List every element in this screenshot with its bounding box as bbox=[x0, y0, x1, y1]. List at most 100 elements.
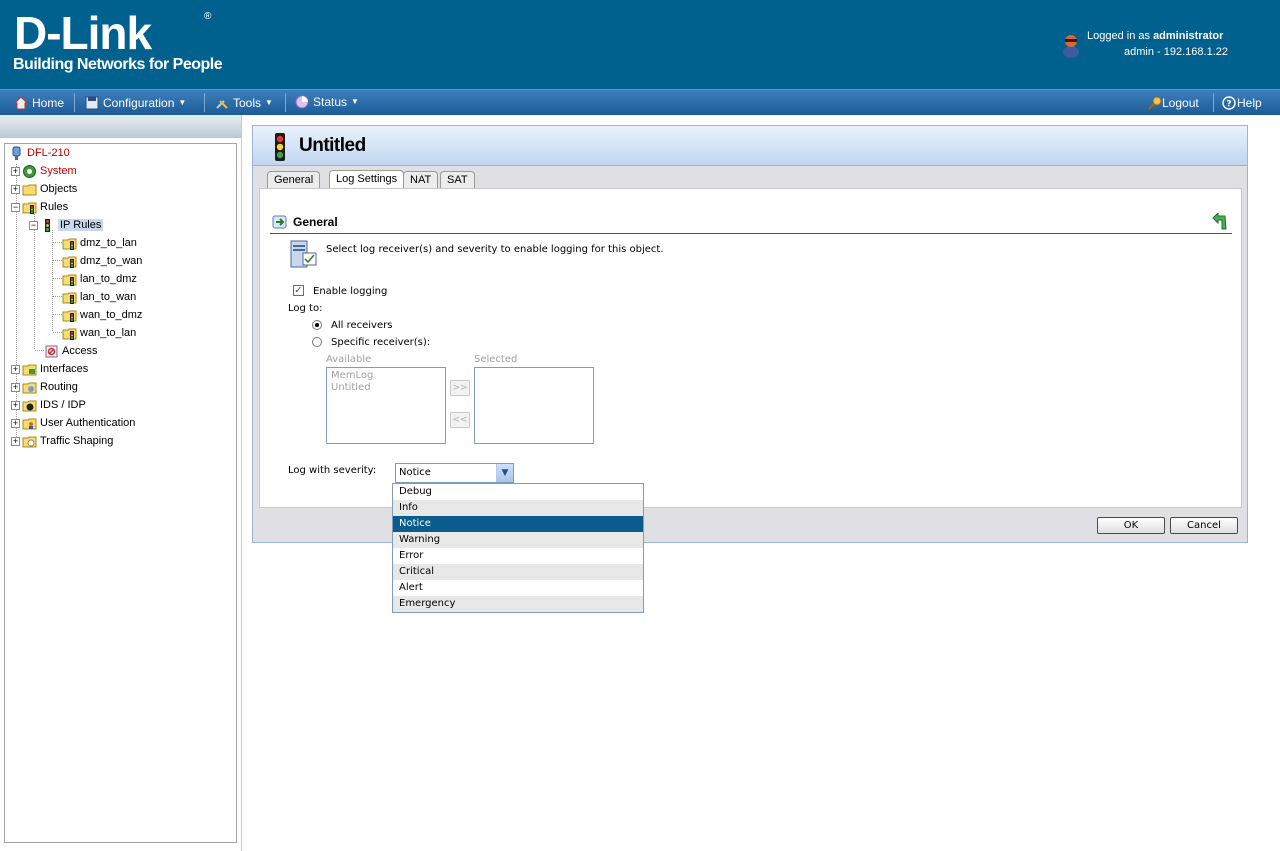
tree-item-rule[interactable]: lan_to_dmz bbox=[62, 270, 137, 288]
tree-item-rule[interactable]: wan_to_lan bbox=[62, 324, 136, 342]
tree-item-ip-rules[interactable]: − IP Rules bbox=[29, 216, 104, 234]
tree-item-label: Access bbox=[62, 345, 98, 357]
tree-item-label: Objects bbox=[40, 183, 78, 195]
available-label: Available bbox=[326, 354, 372, 365]
menu-tools[interactable]: Tools ▼ bbox=[215, 90, 273, 115]
enable-logging-checkbox[interactable]: ✓ bbox=[293, 285, 304, 296]
remove-receiver-button[interactable]: << bbox=[450, 412, 470, 428]
tree-item-rule[interactable]: wan_to_dmz bbox=[62, 306, 142, 324]
tree-item-routing[interactable]: + Routing bbox=[11, 378, 78, 396]
tree-item-label: wan_to_lan bbox=[80, 327, 137, 339]
tree-item-access[interactable]: Access bbox=[44, 342, 97, 360]
section-arrow-icon bbox=[272, 215, 287, 229]
expand-icon[interactable]: + bbox=[11, 436, 20, 446]
folder-icon bbox=[22, 184, 37, 195]
severity-dropdown-list[interactable]: Debug Info Notice Warning Error Critical… bbox=[392, 483, 644, 613]
refresh-arrow-icon[interactable] bbox=[1212, 213, 1228, 231]
tree-item-label: Routing bbox=[40, 381, 78, 393]
device-icon bbox=[12, 146, 21, 160]
tree-item-user-authentication[interactable]: + User Authentication bbox=[11, 414, 135, 432]
menu-bar: Home Configuration ▼ Tools ▼ Status ▼ Logou… bbox=[0, 89, 1280, 115]
log-to-label: Log to: bbox=[288, 303, 323, 314]
tree-item-ids-idp[interactable]: + IDS / IDP bbox=[11, 396, 86, 414]
severity-option-notice[interactable]: Notice bbox=[393, 516, 643, 532]
expand-icon[interactable]: + bbox=[11, 418, 20, 428]
cancel-button[interactable]: Cancel bbox=[1170, 517, 1238, 534]
tree-item-rule[interactable]: dmz_to_wan bbox=[62, 252, 142, 270]
tab-content: General Select log receiver(s) and sever… bbox=[259, 188, 1242, 508]
collapse-icon[interactable]: − bbox=[29, 220, 38, 230]
menu-status-label: Status bbox=[313, 94, 348, 109]
help-icon: ? bbox=[1222, 95, 1236, 110]
log-server-icon bbox=[290, 240, 317, 268]
tab-general[interactable]: General bbox=[267, 171, 321, 188]
severity-option-warning[interactable]: Warning bbox=[393, 532, 643, 548]
collapse-icon[interactable]: − bbox=[11, 202, 20, 212]
tree-item-rule[interactable]: dmz_to_lan bbox=[62, 234, 137, 252]
severity-option-emergency[interactable]: Emergency bbox=[393, 596, 643, 612]
expand-icon[interactable]: + bbox=[11, 166, 20, 176]
access-icon bbox=[45, 345, 58, 357]
severity-select[interactable]: Notice ▼ bbox=[395, 463, 514, 483]
ok-button[interactable]: OK bbox=[1097, 517, 1165, 534]
expand-icon[interactable]: + bbox=[11, 400, 20, 410]
tab-sat[interactable]: SAT bbox=[440, 171, 475, 188]
list-item[interactable]: MemLog bbox=[327, 370, 445, 382]
menu-help[interactable]: ? Help bbox=[1222, 90, 1262, 115]
tree-root-label: DFL-210 bbox=[27, 147, 70, 159]
traffic-light-icon bbox=[275, 133, 285, 161]
tree-root[interactable]: DFL-210 bbox=[9, 144, 70, 162]
expand-icon[interactable]: + bbox=[11, 364, 20, 374]
enable-logging-label: Enable logging bbox=[313, 286, 388, 297]
tree-item-objects[interactable]: + Objects bbox=[11, 180, 77, 198]
rule-icon bbox=[62, 238, 77, 250]
expand-icon[interactable]: + bbox=[11, 184, 20, 194]
tab-nat[interactable]: NAT bbox=[403, 171, 439, 188]
add-receiver-button[interactable]: >> bbox=[450, 380, 470, 396]
available-receivers-list[interactable]: MemLog Untitled bbox=[326, 367, 446, 444]
menu-configuration[interactable]: Configuration ▼ bbox=[85, 90, 186, 115]
severity-option-info[interactable]: Info bbox=[393, 500, 643, 516]
tree-item-label: lan_to_dmz bbox=[80, 273, 137, 285]
selected-label: Selected bbox=[474, 354, 518, 365]
menu-status[interactable]: Status ▼ bbox=[295, 89, 359, 114]
expand-icon[interactable]: + bbox=[11, 382, 20, 392]
menu-home[interactable]: Home bbox=[14, 90, 64, 115]
severity-option-alert[interactable]: Alert bbox=[393, 580, 643, 596]
tree-item-interfaces[interactable]: + Interfaces bbox=[11, 360, 88, 378]
chevron-down-icon[interactable]: ▼ bbox=[496, 464, 513, 482]
chevron-down-icon: ▼ bbox=[351, 97, 359, 106]
svg-text:?: ? bbox=[1226, 99, 1231, 109]
rule-editor-panel: Untitled General Log Settings NAT SAT Ge… bbox=[252, 125, 1248, 543]
header-bar: D-Link ® Building Networks for People Lo… bbox=[0, 0, 1280, 89]
menu-help-label: Help bbox=[1237, 95, 1262, 110]
menu-logout[interactable]: Logout bbox=[1148, 90, 1199, 115]
traffic-light-icon bbox=[45, 218, 50, 232]
tree-item-rule[interactable]: lan_to_wan bbox=[62, 288, 136, 306]
status-icon bbox=[295, 95, 309, 108]
rule-icon bbox=[62, 310, 77, 322]
navigation-tree: DFL-210 + System + Objects − Rules − IP … bbox=[4, 143, 237, 843]
floppy-icon bbox=[85, 96, 99, 109]
severity-label: Log with severity: bbox=[288, 465, 377, 476]
tab-log-settings[interactable]: Log Settings bbox=[329, 170, 405, 188]
registered-mark: ® bbox=[204, 11, 212, 22]
chevron-down-icon: ▼ bbox=[265, 98, 273, 107]
user-auth-folder-icon bbox=[22, 418, 37, 429]
tree-item-system[interactable]: + System bbox=[11, 162, 77, 180]
selected-receivers-list[interactable] bbox=[474, 367, 594, 444]
list-item[interactable]: Untitled bbox=[327, 382, 445, 394]
severity-option-critical[interactable]: Critical bbox=[393, 564, 643, 580]
severity-option-error[interactable]: Error bbox=[393, 548, 643, 564]
severity-option-debug[interactable]: Debug bbox=[393, 484, 643, 500]
tree-item-traffic-shaping[interactable]: + Traffic Shaping bbox=[11, 432, 113, 450]
tree-item-rules[interactable]: − Rules bbox=[11, 198, 68, 216]
menu-separator bbox=[204, 93, 205, 112]
tree-item-label: Interfaces bbox=[40, 363, 89, 375]
all-receivers-radio[interactable] bbox=[312, 320, 322, 330]
specific-receivers-radio[interactable] bbox=[312, 337, 322, 347]
menu-separator bbox=[74, 93, 75, 112]
dlink-logo: D-Link bbox=[14, 7, 152, 59]
menu-tools-label: Tools bbox=[233, 95, 262, 110]
tree-item-label: IDS / IDP bbox=[40, 399, 86, 411]
